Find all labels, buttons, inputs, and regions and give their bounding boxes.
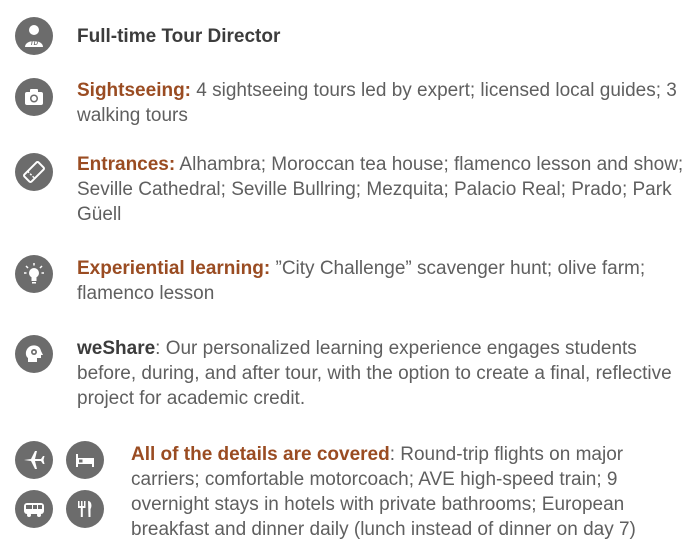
feature-title: Entrances: xyxy=(77,154,176,175)
feature-title: All of the details are covered xyxy=(131,444,390,465)
lightbulb-icon xyxy=(15,255,53,293)
fork-knife-icon xyxy=(66,490,104,528)
feature-title: weShare xyxy=(77,338,156,359)
head-profile-icon xyxy=(15,335,53,373)
svg-text:TD: TD xyxy=(30,41,39,47)
hotel-bed-icon xyxy=(66,441,104,479)
bus-icon xyxy=(15,490,53,528)
tour-director-icon: TD xyxy=(15,17,53,55)
feature-title: Full-time Tour Director xyxy=(77,26,281,47)
ticket-icon xyxy=(15,153,53,191)
airplane-icon xyxy=(15,441,53,479)
feature-title: Sightseeing: xyxy=(77,80,192,101)
feature-title: Experiential learning: xyxy=(77,258,271,279)
camera-icon xyxy=(15,78,53,116)
feature-description: : Our personalized learning experience e… xyxy=(77,338,672,409)
